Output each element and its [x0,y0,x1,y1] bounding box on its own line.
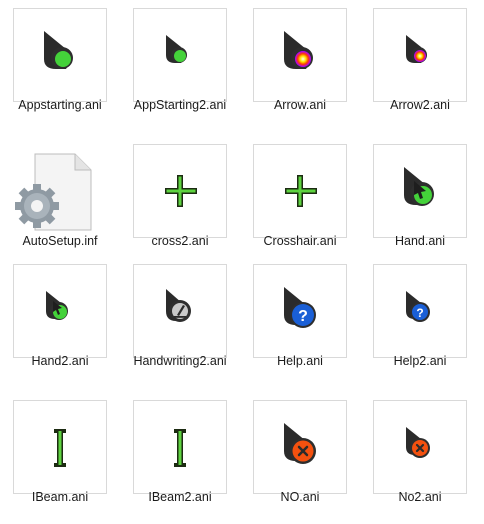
file-thumbnail [13,264,107,358]
file-name-label: Arrow2.ani [390,98,450,112]
file-thumbnail [133,144,227,238]
file-name-label: Appstarting.ani [18,98,102,112]
file-thumbnail [133,264,227,358]
file-name-label: IBeam.ani [31,490,89,504]
file-item-hand[interactable]: Hand.ani [365,136,475,268]
file-thumbnail [373,144,467,238]
file-name-label: NO.ani [280,490,320,504]
file-name-label: Hand.ani [394,234,446,248]
file-name-label: AutoSetup.inf [22,234,98,248]
file-item-appstarting[interactable]: Appstarting.ani [5,0,115,132]
ibeam-text-cursor-icon [174,429,186,467]
pointer-rainbow-dot-small-icon [406,35,427,63]
file-name-label: Crosshair.ani [263,234,337,248]
help-question-small-icon: ? [406,291,430,322]
file-thumbnail [13,8,107,102]
file-thumbnail: ? [253,264,347,358]
file-item-cross2[interactable]: cross2.ani [125,136,235,268]
ibeam-text-cursor-icon [54,429,66,467]
file-item-hand2[interactable]: Hand2.ani [5,256,115,388]
settings-file-gear-icon [15,153,92,231]
file-item-autosetup[interactable]: AutoSetup.inf [5,136,115,268]
file-name-label: Help.ani [277,354,323,368]
file-item-no[interactable]: NO.ani [245,392,355,524]
help-question-icon: ? [284,287,316,328]
file-name-label: Handwriting2.ani [133,354,227,368]
file-thumbnail [133,8,227,102]
file-item-crosshair[interactable]: Crosshair.ani [245,136,355,268]
file-name-label: AppStarting2.ani [133,98,227,112]
file-item-arrow[interactable]: Arrow.ani [245,0,355,132]
crosshair-green-icon [285,175,317,207]
unavailable-no-small-icon [406,427,430,458]
file-item-help[interactable]: ? Help.ani [245,256,355,388]
file-item-no2[interactable]: No2.ani [365,392,475,524]
svg-text:?: ? [298,308,308,325]
file-item-ibeam[interactable]: IBeam.ani [5,392,115,524]
file-item-appstarting2[interactable]: AppStarting2.ani [125,0,235,132]
hand-pointer-green-small-icon [46,291,68,320]
file-thumbnail [13,144,107,238]
file-item-arrow2[interactable]: Arrow2.ani [365,0,475,132]
file-thumbnail [373,8,467,102]
file-item-ibeam2[interactable]: IBeam2.ani [125,392,235,524]
file-name-label: cross2.ani [151,234,209,248]
file-thumbnail [133,400,227,494]
file-name-label: Help2.ani [393,354,447,368]
file-item-help2[interactable]: ? Help2.ani [365,256,475,388]
busy-pointer-green-dot-icon [44,31,73,69]
handwriting-pen-icon [166,289,191,322]
file-item-handwriting2[interactable]: Handwriting2.ani [125,256,235,388]
hand-pointer-green-icon [404,167,434,206]
svg-text:?: ? [416,306,423,320]
file-grid: Appstarting.ani AppStarting2.ani Arrow.a… [0,0,484,511]
file-name-label: IBeam2.ani [148,490,212,504]
file-name-label: Arrow.ani [273,98,327,112]
file-thumbnail [253,8,347,102]
file-thumbnail [253,144,347,238]
file-thumbnail [253,400,347,494]
file-name-label: No2.ani [398,490,442,504]
crosshair-green-icon [165,175,197,207]
pointer-rainbow-dot-icon [284,31,313,69]
unavailable-no-icon [284,423,316,464]
busy-pointer-green-dot-small-icon [166,35,187,63]
file-name-label: Hand2.ani [31,354,89,368]
file-thumbnail [373,400,467,494]
file-thumbnail [13,400,107,494]
file-thumbnail: ? [373,264,467,358]
